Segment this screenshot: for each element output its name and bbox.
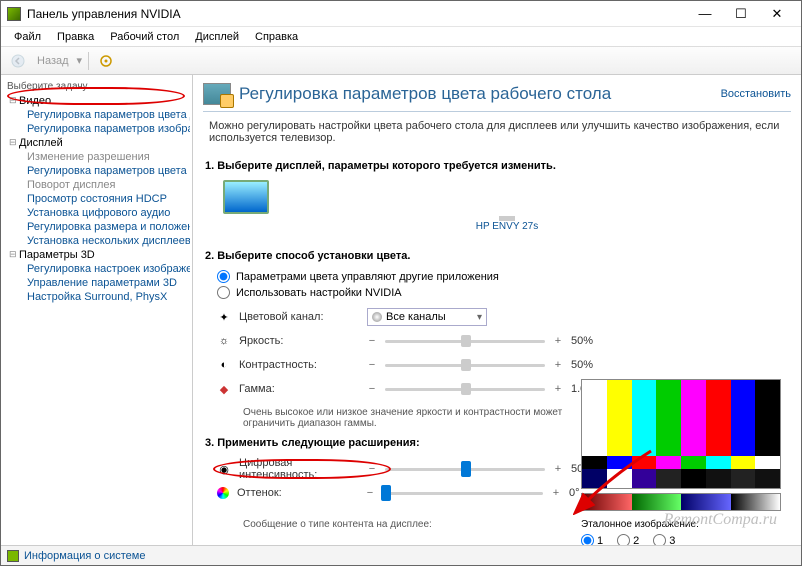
minus-icon: − [367,335,377,347]
back-label: Назад [37,55,69,67]
toolbar-separator [88,52,89,70]
sidebar: Выберите задачу... Видео Регулировка пар… [1,75,193,545]
titlebar: Панель управления NVIDIA — ☐ ✕ [1,1,801,27]
dvc-icon: ◉ [217,462,231,476]
minus-icon: − [365,487,375,499]
statusbar: Информация о системе [1,545,801,565]
tree-item[interactable]: Просмотр состояния HDCP [17,192,190,206]
gradient-strip [581,493,781,511]
page-title: Регулировка параметров цвета рабочего ст… [239,84,721,104]
channel-icon: ✦ [217,310,231,324]
contrast-label: Контрастность: [239,359,359,371]
minus-icon: − [367,359,377,371]
window-title: Панель управления NVIDIA [27,7,687,21]
tree-item[interactable]: Регулировка настроек изображения с пр [17,262,190,276]
hue-slider[interactable] [383,492,543,495]
maximize-button[interactable]: ☐ [723,3,759,25]
main-panel: Регулировка параметров цвета рабочего ст… [193,75,801,545]
step1-title: 1. Выберите дисплей, параметры которого … [205,160,791,172]
colorbars-preview [581,379,781,489]
monitor-selector[interactable]: HP ENVY 27s [223,180,791,232]
menu-edit[interactable]: Правка [50,29,101,45]
tree-item[interactable]: Регулировка размера и положения рабо [17,220,190,234]
tree-item[interactable]: Установка нескольких дисплеев [17,234,190,248]
channel-label: Цветовой канал: [239,311,359,323]
hue-label: Оттенок: [237,487,357,499]
tree-item[interactable]: Поворот дисплея [17,178,190,192]
tree-group-3d[interactable]: Параметры 3D [17,248,190,262]
reference-radios: 1 2 3 [581,534,781,545]
channel-value: Все каналы [386,311,446,323]
menubar: Файл Правка Рабочий стол Дисплей Справка [1,27,801,47]
gamma-slider[interactable] [385,388,545,391]
status-nvidia-icon [7,550,19,562]
brightness-icon: ☼ [217,334,231,348]
radio-other-input[interactable] [217,270,230,283]
ref-radio-1[interactable]: 1 [581,534,603,545]
tree-item-selected[interactable]: Регулировка параметров цвета рабочего [17,164,190,178]
page-icon [203,83,231,105]
dvc-label: Цифровая интенсивность: [239,457,359,481]
tree-group-video[interactable]: Видео [17,94,190,108]
brightness-value: 50% [571,335,605,347]
ref-radio-2[interactable]: 2 [617,534,639,545]
plus-icon: + [553,359,563,371]
gamma-note: Очень высокое или низкое значение яркост… [243,407,563,429]
channel-combo[interactable]: Все каналы [367,308,487,326]
step2-title: 2. Выберите способ установки цвета. [205,250,791,262]
menu-display[interactable]: Дисплей [188,29,246,45]
radio-other-apps[interactable]: Параметрами цвета управляют другие прило… [217,270,791,283]
menu-desktop[interactable]: Рабочий стол [103,29,186,45]
plus-icon: + [553,383,563,395]
nvidia-icon [7,7,21,21]
radio-nvidia-label: Использовать настройки NVIDIA [236,287,402,299]
tree-item[interactable]: Регулировка параметров цвета для виде [17,108,190,122]
tree-item[interactable]: Установка цифрового аудио [17,206,190,220]
back-button[interactable] [7,50,29,72]
minus-icon: − [367,383,377,395]
restore-defaults-link[interactable]: Восстановить [721,88,791,100]
home-button[interactable] [95,50,117,72]
watermark: RemontCompa.ru [664,511,777,529]
system-info-link[interactable]: Информация о системе [24,550,145,562]
task-header: Выберите задачу... [3,79,190,94]
monitor-thumbnail [223,180,269,214]
contrast-value: 50% [571,359,605,371]
hue-icon [217,487,229,499]
menu-help[interactable]: Справка [248,29,305,45]
minus-icon: − [367,463,377,475]
plus-icon: + [551,487,561,499]
radio-other-label: Параметрами цвета управляют другие прило… [236,271,499,283]
monitor-label[interactable]: HP ENVY 27s [223,221,791,232]
menu-file[interactable]: Файл [7,29,48,45]
ref-radio-3[interactable]: 3 [653,534,675,545]
tree-group-display[interactable]: Дисплей [17,136,190,150]
brightness-label: Яркость: [239,335,359,347]
plus-icon: + [553,463,563,475]
tree-item[interactable]: Регулировка параметров изображения д [17,122,190,136]
close-button[interactable]: ✕ [759,3,795,25]
tree-item[interactable]: Настройка Surround, PhysX [17,290,190,304]
plus-icon: + [553,335,563,347]
dvc-slider[interactable] [385,468,545,471]
brightness-slider[interactable] [385,340,545,343]
gamma-icon: ◆ [217,382,231,396]
toolbar: Назад ▾ [1,47,801,75]
page-description: Можно регулировать настройки цвета рабоч… [209,120,791,144]
contrast-slider[interactable] [385,364,545,367]
gamma-label: Гамма: [239,383,359,395]
tree-item[interactable]: Управление параметрами 3D [17,276,190,290]
home-icon [99,54,113,68]
radio-nvidia-input[interactable] [217,286,230,299]
contrast-icon: ◐ [217,358,231,372]
minimize-button[interactable]: — [687,3,723,25]
tree-item[interactable]: Изменение разрешения [17,150,190,164]
back-arrow-icon [11,54,25,68]
radio-nvidia[interactable]: Использовать настройки NVIDIA [217,286,791,299]
